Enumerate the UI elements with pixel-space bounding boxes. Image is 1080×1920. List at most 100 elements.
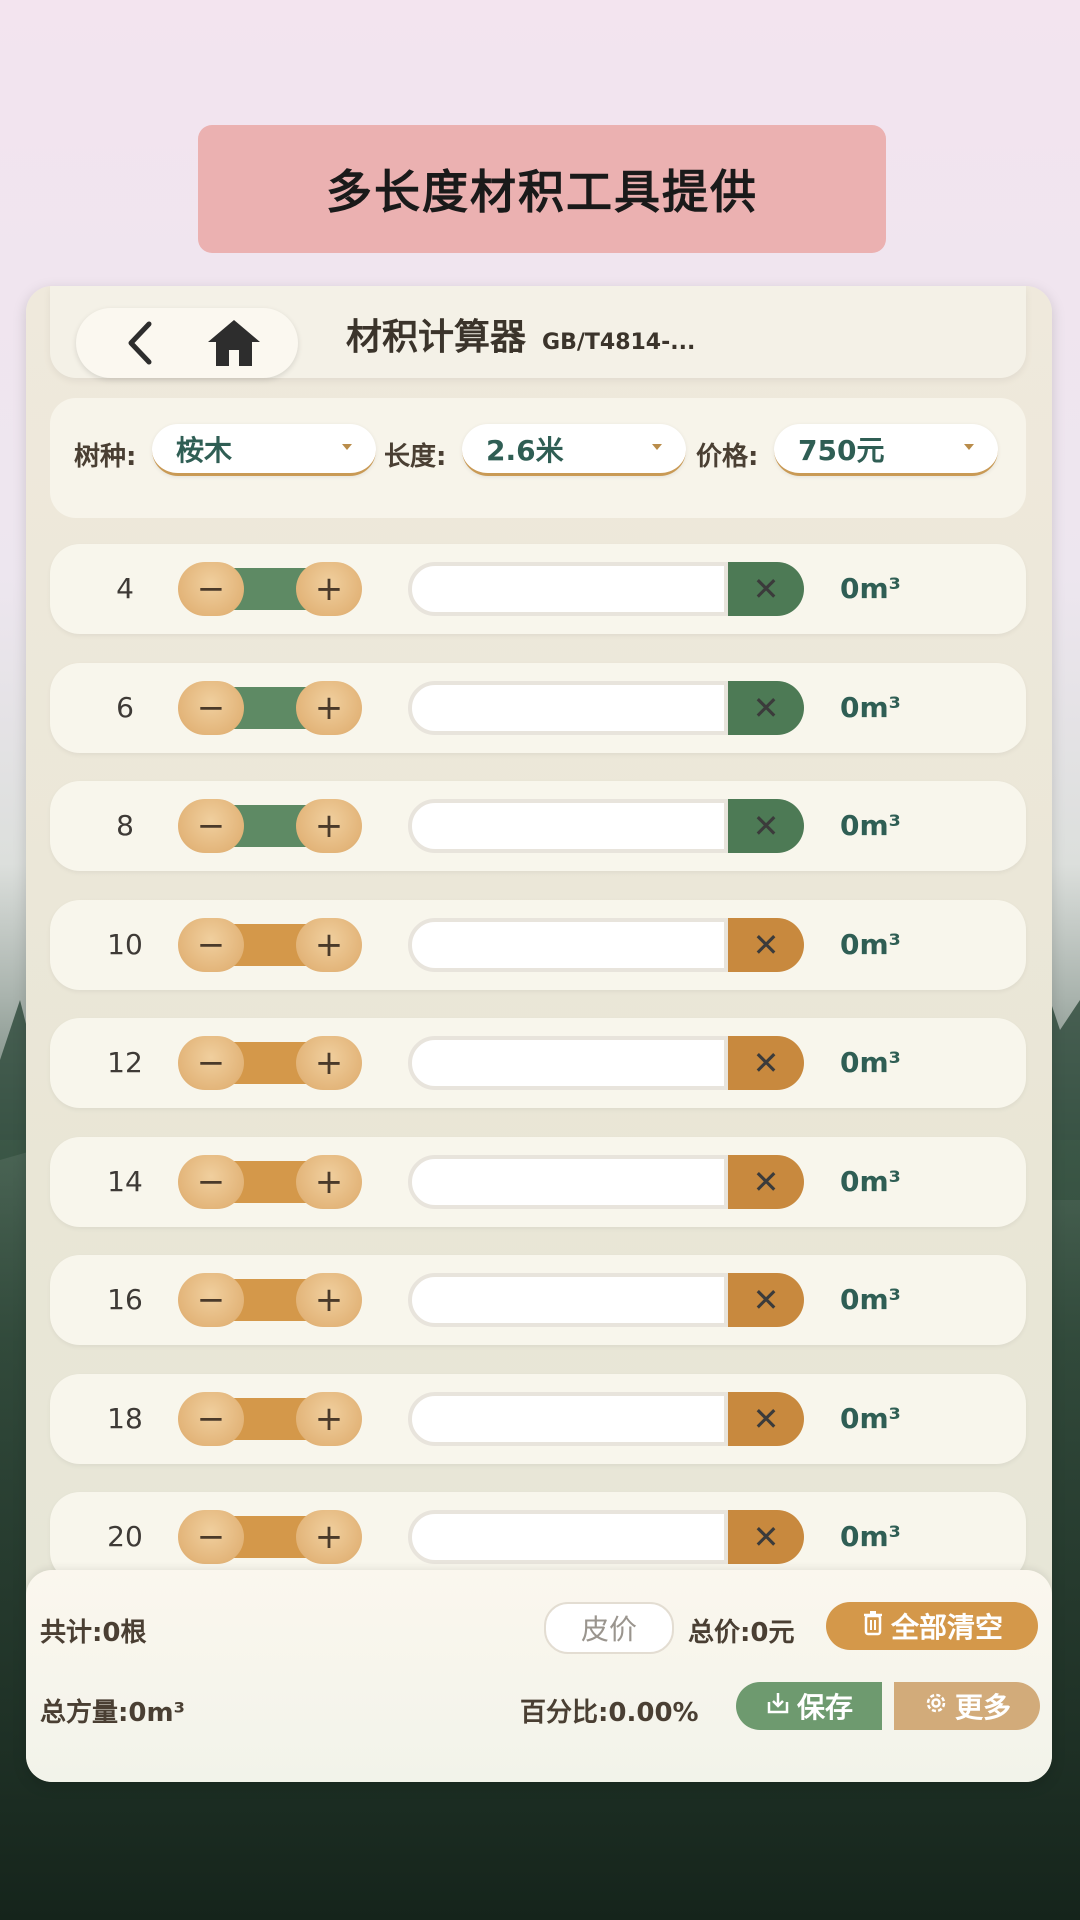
caret-down-icon (652, 444, 662, 450)
summary-footer: 共计:0根 皮价 总价:0元 全部清空 总方量:0m³ 百分比:0.00% 保存… (26, 1570, 1052, 1782)
diameter-row: 16− + ✕ 0m³ (50, 1255, 1026, 1345)
quantity-stepper: − + (178, 1154, 362, 1209)
count-input[interactable] (408, 562, 728, 616)
tare-button[interactable]: 皮价 (544, 1602, 674, 1654)
close-icon: ✕ (752, 1162, 780, 1201)
chevron-left-icon[interactable] (111, 313, 171, 373)
plus-button[interactable]: + (296, 917, 362, 972)
diameter-row: 20− + ✕ 0m³ (50, 1492, 1026, 1582)
calculator-panel: 材积计算器 GB/T4814-... 树种: 桉木 长度: 2.6米 价格: 7… (26, 286, 1052, 1782)
clear-row-button[interactable]: ✕ (728, 1154, 804, 1209)
row-volume: 0m³ (840, 1164, 901, 1198)
quantity-stepper: − + (178, 1391, 362, 1446)
minus-icon: − (196, 687, 226, 728)
clear-row-button[interactable]: ✕ (728, 917, 804, 972)
minus-button[interactable]: − (178, 1391, 244, 1446)
minus-button[interactable]: − (178, 1510, 244, 1564)
quantity-stepper: − + (178, 1273, 362, 1327)
nav-pill (76, 308, 298, 378)
diameter-label: 14 (107, 1164, 143, 1198)
tare-button-label: 皮价 (580, 1613, 637, 1646)
minus-button[interactable]: − (178, 1154, 244, 1209)
plus-button[interactable]: + (296, 1510, 362, 1564)
clear-row-button[interactable]: ✕ (728, 1391, 804, 1446)
plus-icon: + (314, 1280, 344, 1320)
parameter-selectors: 树种: 桉木 长度: 2.6米 价格: 750元 (50, 398, 1026, 518)
diameter-label: 16 (107, 1283, 143, 1316)
minus-icon: − (196, 1161, 226, 1202)
minus-button[interactable]: − (178, 799, 244, 853)
minus-button[interactable]: − (178, 917, 244, 972)
row-volume: 0m³ (840, 1283, 901, 1316)
quantity-stepper: − + (178, 1510, 362, 1564)
minus-icon: − (196, 1043, 226, 1083)
plus-button[interactable]: + (296, 1154, 362, 1209)
standard-code: GB/T4814-... (542, 330, 696, 355)
diameter-row: 8− + ✕ 0m³ (50, 781, 1026, 871)
plus-icon: + (314, 569, 344, 609)
length-label: 长度: (384, 442, 447, 472)
count-input[interactable] (408, 799, 728, 853)
minus-icon: − (196, 1398, 226, 1439)
minus-icon: − (196, 806, 226, 846)
save-button[interactable]: 保存 (736, 1682, 882, 1730)
minus-icon: − (196, 1280, 226, 1320)
price-label: 价格: (696, 442, 759, 472)
clear-row-button[interactable]: ✕ (728, 1510, 804, 1564)
plus-button[interactable]: + (296, 1273, 362, 1327)
plus-icon: + (314, 924, 344, 965)
home-icon[interactable] (204, 313, 264, 373)
close-icon: ✕ (752, 688, 780, 727)
minus-button[interactable]: − (178, 680, 244, 735)
diameter-row: 6− + ✕ 0m³ (50, 662, 1026, 753)
close-icon: ✕ (752, 1281, 780, 1319)
count-input[interactable] (408, 1036, 728, 1090)
diameter-label: 18 (107, 1401, 143, 1435)
plus-button[interactable]: + (296, 680, 362, 735)
row-volume: 0m³ (840, 927, 901, 961)
count-input[interactable] (408, 1154, 728, 1209)
clear-row-button[interactable]: ✕ (728, 680, 804, 735)
close-icon: ✕ (752, 1399, 780, 1438)
clear-row-button[interactable]: ✕ (728, 1036, 804, 1090)
quantity-stepper: − + (178, 799, 362, 853)
close-icon: ✕ (752, 1518, 780, 1556)
diameter-label: 12 (107, 1046, 143, 1079)
plus-icon: + (314, 1043, 344, 1083)
species-select[interactable]: 桉木 (152, 424, 376, 476)
diameter-label: 20 (107, 1520, 143, 1553)
minus-button[interactable]: − (178, 1273, 244, 1327)
count-input[interactable] (408, 917, 728, 972)
minus-button[interactable]: − (178, 562, 244, 616)
clear-all-button[interactable]: 全部清空 (826, 1602, 1038, 1650)
species-value: 桉木 (176, 433, 233, 467)
total-price: 总价:0元 (688, 1618, 795, 1648)
count-input[interactable] (408, 1510, 728, 1564)
plus-button[interactable]: + (296, 1391, 362, 1446)
count-input[interactable] (408, 680, 728, 735)
plus-icon: + (314, 806, 344, 846)
price-select[interactable]: 750元 (774, 424, 998, 476)
more-label: 更多 (954, 1691, 1011, 1724)
plus-button[interactable]: + (296, 1036, 362, 1090)
caret-down-icon (342, 444, 352, 450)
clear-row-button[interactable]: ✕ (728, 799, 804, 853)
plus-button[interactable]: + (296, 562, 362, 616)
clear-row-button[interactable]: ✕ (728, 562, 804, 616)
count-input[interactable] (408, 1273, 728, 1327)
minus-button[interactable]: − (178, 1036, 244, 1090)
more-button[interactable]: 更多 (894, 1682, 1040, 1730)
row-volume: 0m³ (840, 1401, 901, 1435)
plus-icon: + (314, 1161, 344, 1202)
minus-icon: − (196, 1517, 226, 1557)
count-input[interactable] (408, 1391, 728, 1446)
page-title: 材积计算器 GB/T4814-... (346, 308, 695, 368)
length-select[interactable]: 2.6米 (462, 424, 686, 476)
app-title: 材积计算器 (346, 317, 527, 358)
plus-button[interactable]: + (296, 799, 362, 853)
price-value: 750元 (798, 433, 885, 467)
clear-row-button[interactable]: ✕ (728, 1273, 804, 1327)
percentage: 百分比:0.00% (520, 1698, 699, 1728)
species-label: 树种: (74, 442, 137, 472)
save-label: 保存 (796, 1691, 853, 1724)
